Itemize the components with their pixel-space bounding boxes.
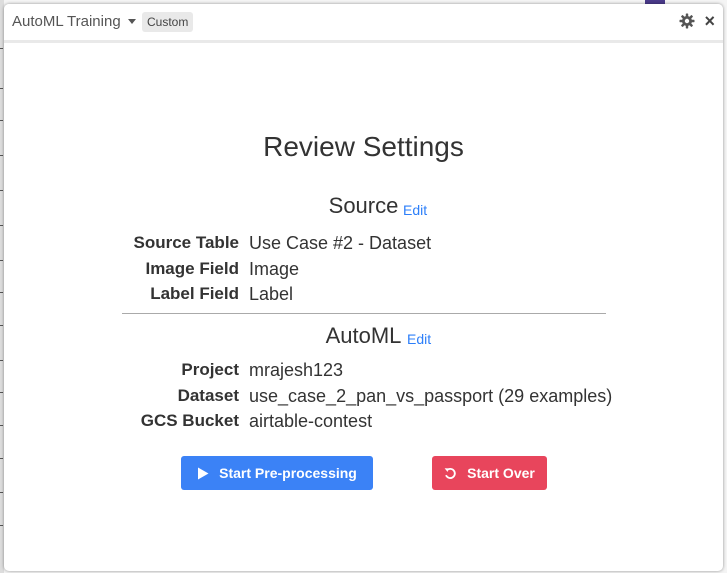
automl-row-project: Project mrajesh123: [4, 360, 723, 382]
gear-icon[interactable]: [679, 13, 695, 29]
automl-section-title: AutoML: [325, 323, 402, 348]
row-label: Project: [181, 360, 239, 379]
background-text-fragment: [0, 260, 3, 261]
background-text-fragment: [0, 392, 3, 393]
background-text-fragment: [0, 425, 3, 426]
background-text-fragment: [0, 48, 3, 49]
source-row-source-table: Source Table Use Case #2 - Dataset: [4, 233, 723, 255]
row-value: Label: [249, 284, 294, 304]
row-label: Label Field: [150, 284, 239, 303]
automl-section-header: AutoML: [4, 323, 723, 349]
background-text-fragment: [0, 525, 3, 526]
background-text-fragment: [0, 325, 3, 326]
start-preprocessing-button[interactable]: Start Pre-processing: [181, 456, 373, 490]
app-title-dropdown[interactable]: AutoML Training: [12, 13, 136, 30]
row-value: mrajesh123: [249, 360, 344, 380]
title-bar-actions: ×: [679, 12, 715, 30]
custom-badge: Custom: [142, 12, 194, 32]
background-text-fragment: [0, 120, 3, 121]
row-value: Use Case #2 - Dataset: [249, 233, 432, 253]
background-text-fragment: [0, 190, 3, 191]
background-text-fragment: [0, 492, 3, 493]
background-text-fragment: [0, 292, 3, 293]
app-title: AutoML Training: [12, 13, 121, 30]
start-preprocessing-label: Start Pre-processing: [219, 465, 357, 481]
review-settings-panel: Review Settings Source Edit Source Table…: [4, 43, 723, 571]
start-over-label: Start Over: [467, 465, 535, 481]
section-divider: [122, 313, 606, 314]
page-title: Review Settings: [263, 131, 464, 162]
automl-row-dataset: Dataset use_case_2_pan_vs_passport (29 e…: [4, 386, 723, 408]
background-text-fragment: [0, 155, 3, 156]
source-row-label-field: Label Field Label: [4, 284, 723, 306]
row-value: use_case_2_pan_vs_passport (29 examples): [249, 386, 613, 406]
source-row-image-field: Image Field Image: [4, 259, 723, 281]
play-icon: [197, 467, 209, 480]
row-value: airtable-contest: [249, 411, 373, 431]
title-bar: AutoML Training Custom ×: [4, 4, 723, 43]
automl-edit-link[interactable]: Edit: [407, 331, 431, 347]
undo-icon: [444, 467, 457, 480]
row-label: GCS Bucket: [140, 411, 239, 430]
automl-dialog: AutoML Training Custom × Review Settings…: [4, 4, 723, 571]
background-text-fragment: [0, 458, 3, 459]
source-edit-link[interactable]: Edit: [403, 202, 427, 218]
background-text-fragment: [0, 225, 3, 226]
background-text-fragment: [0, 360, 3, 361]
start-over-button[interactable]: Start Over: [432, 456, 547, 490]
row-value: Image: [249, 259, 300, 279]
source-section-header: Source: [4, 193, 723, 219]
row-label: Source Table: [133, 233, 240, 252]
automl-row-gcs-bucket: GCS Bucket airtable-contest: [4, 411, 723, 433]
row-label: Dataset: [177, 386, 239, 405]
close-icon[interactable]: ×: [704, 12, 715, 30]
row-label: Image Field: [145, 259, 239, 278]
background-text-fragment: [0, 88, 3, 89]
source-section-title: Source: [328, 193, 399, 218]
chevron-down-icon: [127, 19, 136, 24]
